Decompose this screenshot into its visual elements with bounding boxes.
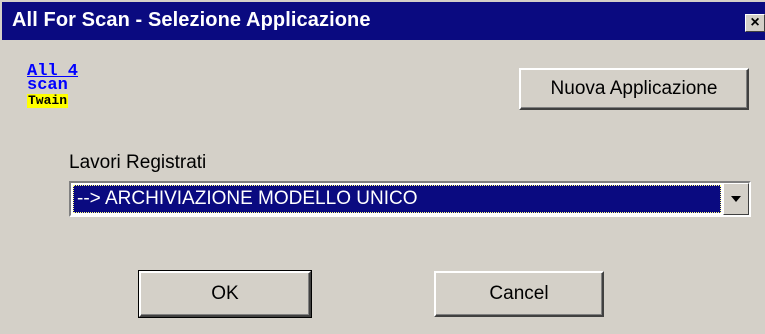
dropdown-arrow-button[interactable] — [723, 183, 749, 215]
cancel-button[interactable]: Cancel — [434, 271, 604, 317]
saved-jobs-dropdown[interactable]: --> ARCHIVIAZIONE MODELLO UNICO — [69, 181, 751, 217]
app-logo: All 4 scan Twain — [27, 63, 87, 108]
ok-button[interactable]: OK — [138, 270, 312, 318]
logo-line-3: Twain — [27, 93, 69, 108]
saved-jobs-selected-value[interactable]: --> ARCHIVIAZIONE MODELLO UNICO — [73, 185, 721, 213]
window-title: All For Scan - Selezione Applicazione — [12, 9, 371, 31]
close-icon: × — [750, 14, 760, 31]
dialog-window: All For Scan - Selezione Applicazione × … — [0, 0, 765, 334]
saved-jobs-label: Lavori Registrati — [69, 152, 207, 173]
logo-line-2: scan — [27, 76, 68, 95]
title-bar[interactable]: All For Scan - Selezione Applicazione × — [0, 0, 765, 40]
new-application-button[interactable]: Nuova Applicazione — [519, 68, 749, 110]
close-button[interactable]: × — [745, 14, 765, 32]
chevron-down-icon — [731, 196, 741, 202]
